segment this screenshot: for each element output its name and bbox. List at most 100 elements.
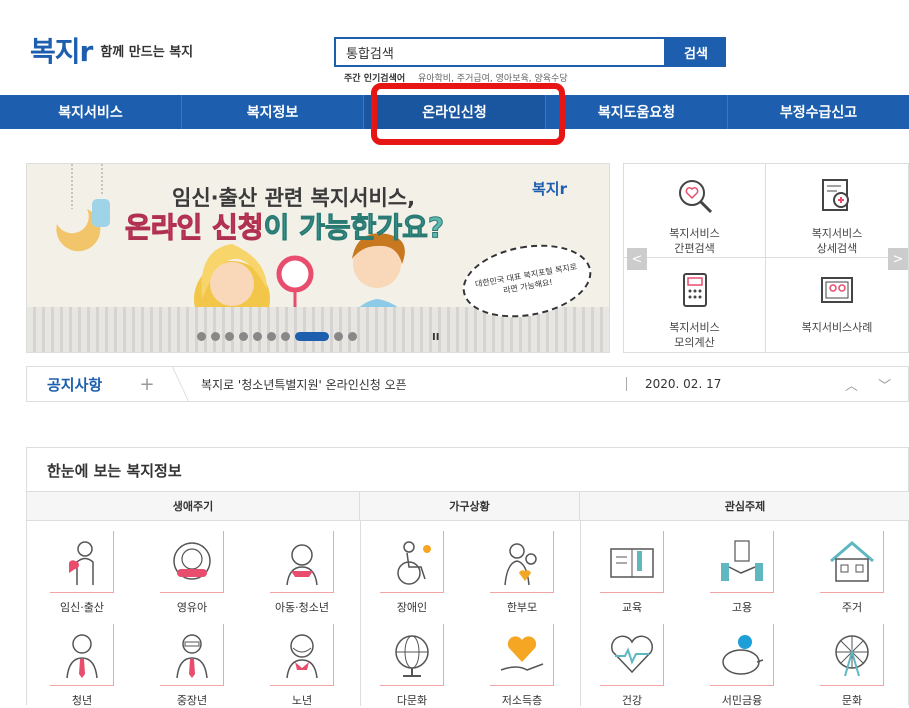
info-item-elderly[interactable]: 노년 <box>247 624 357 708</box>
quick-cases[interactable]: 복지서비스사례 <box>766 258 908 352</box>
info-title: 한눈에 보는 복지정보 <box>47 462 182 480</box>
banner-title-line2: 온라인 신청이 가능한가요? <box>125 206 445 246</box>
info-item-culture[interactable]: 문화 <box>797 624 907 708</box>
quick-label: 모의계산 <box>674 336 715 349</box>
elderly-icon <box>270 624 334 686</box>
highlight-box <box>371 83 565 145</box>
info-item-youth[interactable]: 아동·청소년 <box>247 531 357 615</box>
info-item-single-parent[interactable]: 한부모 <box>467 531 577 615</box>
notice-nav-arrows[interactable]: ︿ ﹀ <box>845 375 899 394</box>
ferris-wheel-icon <box>820 624 884 686</box>
info-label: 서민금융 <box>721 694 763 707</box>
info-item-low-income[interactable]: 저소득층 <box>467 624 577 708</box>
banner-dot[interactable] <box>197 332 206 341</box>
banner-dot[interactable] <box>267 332 276 341</box>
baby-icon <box>160 531 224 593</box>
banner-title-emphasis: 온라인 신청 <box>125 211 265 245</box>
banner-title-rest: 이 가능한가요? <box>263 211 445 245</box>
notice-title: 공지사항 <box>47 375 103 394</box>
info-item-multicultural[interactable]: 다문화 <box>357 624 467 708</box>
info-item-pregnancy[interactable]: 임신·출산 <box>27 531 137 615</box>
notice-text[interactable]: 복지로 '청소년특별지원' 온라인신청 오픈 <box>201 376 626 393</box>
middle-aged-man-icon <box>160 624 224 686</box>
document-search-icon <box>822 179 849 211</box>
info-label: 교육 <box>621 601 643 614</box>
quick-mock-calc[interactable]: 복지서비스 모의계산 <box>624 258 766 352</box>
quick-label: 복지서비스 <box>669 321 720 334</box>
logo-slogan: 함께 만드는 복지 <box>100 44 194 60</box>
info-label: 주거 <box>841 601 863 614</box>
icon-row-1: 임신·출산 영유아 아동·청소년 장애인 한부모 교육 고용 주거 <box>27 531 909 615</box>
house-icon <box>820 531 884 593</box>
heart-hand-icon <box>490 624 554 686</box>
welfare-info-panel: 한눈에 보는 복지정보 생애주기 가구상황 관심주제 임신·출산 영유아 아동·… <box>26 447 909 708</box>
info-item-education[interactable]: 교육 <box>577 531 687 615</box>
nav-fraud-report[interactable]: 부정수급신고 <box>728 95 909 129</box>
book-icon <box>600 531 664 593</box>
info-label: 건강 <box>621 694 643 707</box>
info-label: 영유아 <box>176 601 208 614</box>
photo-people-icon <box>821 277 853 303</box>
logo-mark: 복지r <box>30 35 93 68</box>
quick-label: 복지서비스 <box>811 227 863 240</box>
quick-label: 복지서비스 <box>669 227 720 240</box>
piggy-bank-icon <box>710 624 774 686</box>
search-bar: 검색 <box>334 37 726 67</box>
category-lifecycle[interactable]: 생애주기 <box>27 492 360 520</box>
main-banner[interactable]: 임신·출산 관련 복지서비스, 온라인 신청이 가능한가요? 복지r 대한민국 … <box>26 163 610 353</box>
info-item-microfinance[interactable]: 서민금융 <box>687 624 797 708</box>
search-input[interactable] <box>334 37 666 67</box>
info-label: 아동·청소년 <box>274 601 330 614</box>
quick-label: 간편검색 <box>674 242 715 255</box>
info-category-header: 생애주기 가구상황 관심주제 <box>27 491 909 521</box>
nav-welfare-info[interactable]: 복지정보 <box>182 95 364 129</box>
info-label: 중장년 <box>176 694 208 707</box>
info-label: 저소득층 <box>501 694 543 707</box>
info-label: 다문화 <box>396 694 428 707</box>
globe-icon <box>380 624 444 686</box>
info-item-housing[interactable]: 주거 <box>797 531 907 615</box>
info-item-health[interactable]: 건강 <box>577 624 687 708</box>
banner-dot[interactable] <box>253 332 262 341</box>
info-label: 노년 <box>291 694 313 707</box>
info-item-disabled[interactable]: 장애인 <box>357 531 467 615</box>
info-label: 장애인 <box>396 601 428 614</box>
banner-dot[interactable] <box>334 332 343 341</box>
category-interest[interactable]: 관심주제 <box>580 492 909 520</box>
banner-logo: 복지r <box>532 180 567 198</box>
pregnant-woman-icon <box>50 531 114 593</box>
notice-bar: 공지사항 + 복지로 '청소년특별지원' 온라인신청 오픈 2020. 02. … <box>26 366 909 402</box>
banner-dot-active[interactable] <box>295 332 329 341</box>
info-item-young-adult[interactable]: 청년 <box>27 624 137 708</box>
info-label: 청년 <box>71 694 93 707</box>
banner-dot[interactable] <box>239 332 248 341</box>
young-man-icon <box>50 624 114 686</box>
child-icon <box>270 531 334 593</box>
info-item-middle-aged[interactable]: 중장년 <box>137 624 247 708</box>
banner-dot[interactable] <box>225 332 234 341</box>
banner-dot[interactable] <box>348 332 357 341</box>
notice-more-button[interactable]: + <box>127 374 167 395</box>
site-logo[interactable]: 복지r 함께 만드는 복지 <box>30 30 193 70</box>
banner-pagination <box>197 332 357 341</box>
notice-date: 2020. 02. 17 <box>645 377 722 391</box>
quick-prev-arrow[interactable]: < <box>627 248 647 270</box>
info-label: 한부모 <box>506 601 538 614</box>
quick-simple-search[interactable]: 복지서비스 간편검색 <box>624 164 766 258</box>
magnifier-heart-icon <box>678 180 712 214</box>
quick-label: 복지서비스사례 <box>801 321 873 334</box>
category-household[interactable]: 가구상황 <box>360 492 580 520</box>
nav-help-request[interactable]: 복지도움요청 <box>546 95 728 129</box>
banner-dot[interactable] <box>281 332 290 341</box>
notice-separator <box>626 377 627 391</box>
parent-child-icon <box>490 531 554 593</box>
quick-detail-search[interactable]: 복지서비스 상세검색 <box>766 164 908 258</box>
search-button[interactable]: 검색 <box>666 37 726 67</box>
banner-pause-button[interactable]: II <box>432 332 439 343</box>
banner-dot[interactable] <box>211 332 220 341</box>
quick-next-arrow[interactable]: > <box>888 248 908 270</box>
icon-row-2: 청년 중장년 노년 다문화 저소득층 건강 서민금융 문화 <box>27 624 909 708</box>
nav-welfare-service[interactable]: 복지서비스 <box>0 95 182 129</box>
info-item-infant[interactable]: 영유아 <box>137 531 247 615</box>
info-item-employment[interactable]: 고용 <box>687 531 797 615</box>
